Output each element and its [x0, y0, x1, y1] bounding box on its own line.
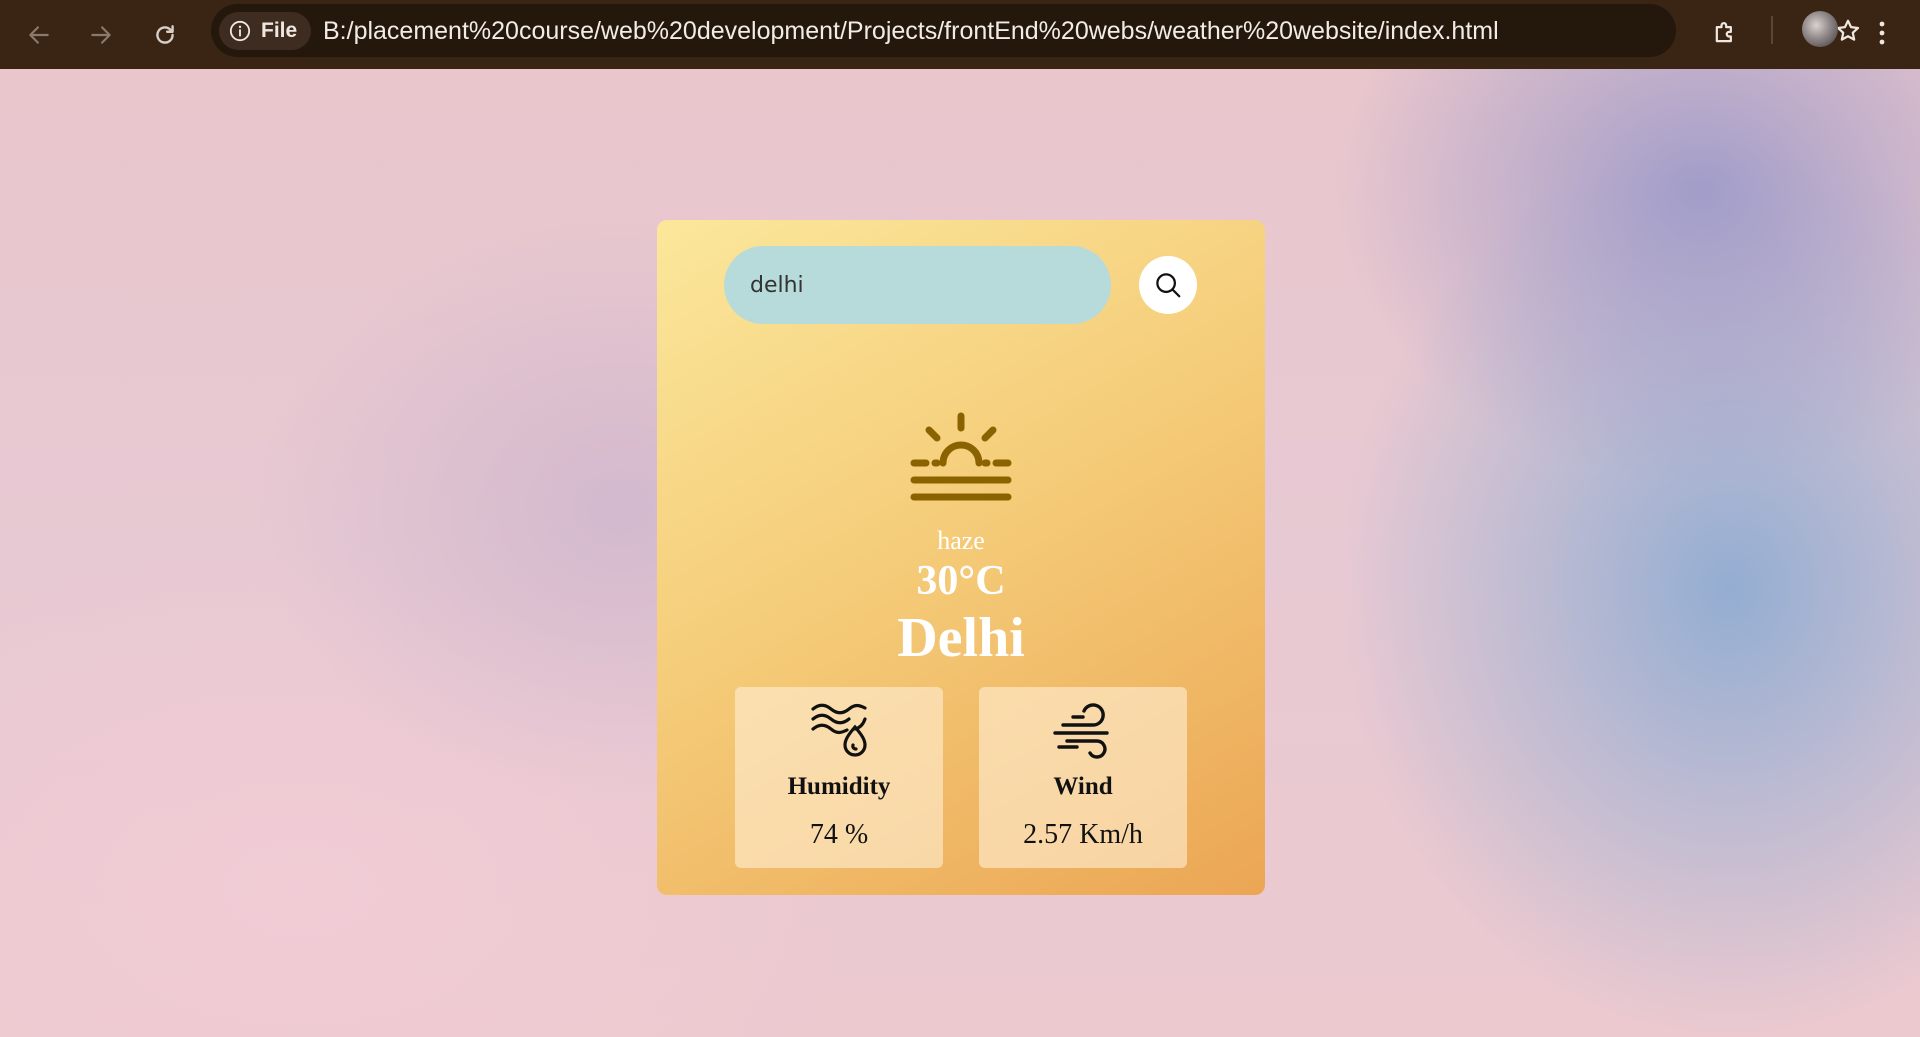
- wind-label: Wind: [1053, 773, 1113, 800]
- weather-condition: haze: [937, 526, 985, 555]
- humidity-icon: [811, 703, 867, 757]
- star-icon: [1836, 19, 1860, 41]
- back-button[interactable]: [14, 10, 64, 60]
- browser-menu-button[interactable]: [1862, 8, 1902, 58]
- temperature: 30°C: [916, 558, 1006, 604]
- browser-toolbar: File B:/placement%20course/web%20develop…: [0, 0, 1920, 69]
- search-button[interactable]: [1139, 256, 1197, 314]
- kebab-menu-icon: [1879, 21, 1885, 45]
- reload-button[interactable]: [140, 10, 190, 60]
- humidity-box: Humidity 74 %: [735, 687, 943, 868]
- arrow-right-icon: [91, 26, 111, 44]
- humidity-label: Humidity: [787, 773, 891, 800]
- page-background: haze 30°C Delhi Humidity 74 %: [0, 69, 1920, 1037]
- extensions-button[interactable]: [1700, 8, 1750, 58]
- reload-icon: [156, 25, 174, 44]
- puzzle-icon: [1715, 22, 1732, 43]
- weather-card: haze 30°C Delhi Humidity 74 %: [657, 220, 1265, 895]
- search-icon: [1156, 273, 1181, 298]
- url-text[interactable]: B:/placement%20course/web%20development/…: [323, 17, 1499, 46]
- site-chip-label: File: [261, 19, 298, 42]
- wind-box: Wind 2.57 Km/h: [979, 687, 1187, 868]
- info-icon: [229, 20, 251, 42]
- site-info-chip[interactable]: File: [219, 12, 311, 50]
- forward-button[interactable]: [76, 10, 126, 60]
- address-bar[interactable]: File B:/placement%20course/web%20develop…: [211, 4, 1860, 57]
- profile-avatar[interactable]: [1802, 11, 1838, 47]
- arrow-left-icon: [29, 26, 49, 44]
- toolbar-divider: [1771, 16, 1773, 44]
- city-search-input[interactable]: [724, 246, 1111, 324]
- city-name: Delhi: [897, 607, 1025, 669]
- wind-icon: [1053, 703, 1109, 759]
- haze-icon: [910, 412, 1012, 501]
- humidity-value: 74 %: [809, 819, 869, 850]
- wind-value: 2.57 Km/h: [1023, 819, 1143, 850]
